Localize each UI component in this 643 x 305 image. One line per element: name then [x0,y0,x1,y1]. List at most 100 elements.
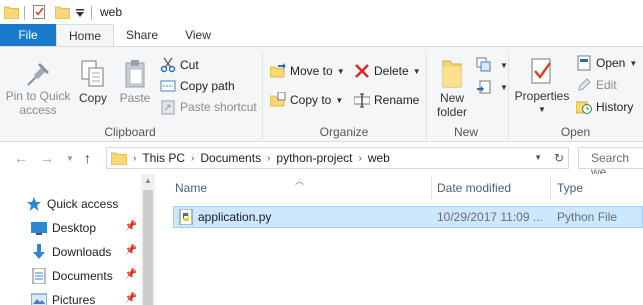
move-to-button[interactable]: Move to ▼ [270,61,345,81]
address-bar[interactable]: › This PC › Documents › python-project ›… [106,147,569,169]
paste-button[interactable]: Paste [116,59,154,105]
breadcrumb-chevron-icon[interactable]: › [191,153,194,164]
nav-item-quick-access[interactable]: Quick access [26,192,140,216]
up-arrow-icon[interactable]: ↑ [84,150,91,166]
breadcrumb-python-project[interactable]: python-project [276,151,352,165]
breadcrumb-this-pc[interactable]: This PC [142,151,185,165]
copy-to-button[interactable]: Copy to ▼ [270,90,343,110]
easy-access-button[interactable]: ▼ [476,77,508,97]
rename-icon [354,93,370,108]
pin-icon[interactable]: 📌 [125,221,137,232]
file-date: 10/29/2017 11:09 ... [437,210,543,224]
chevron-down-icon: ▼ [629,58,638,68]
breadcrumb-chevron-icon[interactable]: › [358,153,361,164]
column-separator[interactable] [431,176,432,200]
copy-icon [81,60,104,87]
new-folder-button[interactable]: New folder [432,57,472,119]
pin-icon[interactable]: 📌 [125,269,137,280]
chevron-down-icon: ▼ [538,105,546,114]
new-folder-icon [442,60,462,88]
properties-button[interactable]: Properties ▼ [513,57,571,117]
address-history-chevron-icon[interactable]: ▼ [534,153,542,162]
column-header-type[interactable]: Type [557,181,583,195]
chevron-down-icon: ▼ [412,66,421,76]
nav-pane-scrollbar[interactable]: ▲ [141,174,155,305]
cut-label: Cut [180,58,199,72]
title-separator [91,6,92,20]
nav-item-downloads[interactable]: Downloads 📌 [31,240,137,264]
edit-icon [578,78,591,91]
open-icon [577,55,591,71]
file-name[interactable]: application.py [198,210,271,224]
tab-home[interactable]: Home [56,24,114,48]
new-group-label: New [453,125,478,139]
chevron-down-icon: ▼ [500,60,508,70]
tab-view[interactable]: View [170,24,226,47]
scroll-up-icon[interactable]: ▲ [144,176,152,185]
rename-label: Rename [374,93,420,107]
search-input[interactable]: Search we [578,147,643,179]
history-button[interactable]: History [576,97,633,117]
cut-button[interactable]: Cut [160,55,199,75]
copy-button[interactable]: Copy [76,59,110,105]
column-header-date[interactable]: Date modified [437,181,511,195]
pin-label-line1: Pin to Quick [5,89,71,103]
paste-shortcut-button[interactable]: Paste shortcut [160,97,257,117]
paste-icon [125,60,145,88]
tab-file[interactable]: File [0,24,56,47]
breadcrumb-documents[interactable]: Documents [200,151,261,165]
customize-qat-icon[interactable] [76,9,84,17]
nav-label: Pictures [52,293,96,305]
new-item-icon [476,57,491,72]
pin-label-line2: access [19,103,57,117]
new-folder-label-line2: folder [436,105,468,119]
nav-item-desktop[interactable]: Desktop 📌 [31,216,137,240]
breadcrumb-web[interactable]: web [368,151,390,165]
delete-x-icon [355,64,369,78]
star-icon [27,197,41,211]
clipboard-group-label: Clipboard [104,125,156,139]
new-item-button[interactable]: ▼ [476,55,508,75]
delete-button[interactable]: Delete ▼ [354,61,421,81]
open-button[interactable]: Open ▼ [576,53,637,73]
column-header-name[interactable]: Name [175,181,207,195]
new-folder-label-line1: New [439,91,464,105]
rename-button[interactable]: Rename [354,90,419,110]
file-row[interactable]: application.py 10/29/2017 11:09 ... Pyth… [173,206,643,228]
nav-label: Documents [52,269,113,283]
folder-icon [4,6,19,19]
desktop-icon [31,222,47,235]
pin-icon[interactable]: 📌 [125,245,137,256]
new-folder-qat-icon[interactable] [55,5,70,19]
breadcrumb-chevron-icon[interactable]: › [267,153,270,164]
refresh-icon[interactable]: ↻ [554,151,564,165]
column-separator[interactable] [550,176,551,200]
properties-qat-icon[interactable] [32,5,47,19]
scrollbar-thumb[interactable] [143,190,153,305]
forward-arrow-icon[interactable]: → [40,150,54,166]
edit-label: Edit [596,78,617,92]
back-arrow-icon[interactable]: ← [14,150,28,166]
properties-icon [531,58,551,84]
paste-label: Paste [119,91,151,105]
address-row: ← → ▼ ↑ › This PC › Documents › python-p… [0,142,643,179]
folder-icon [111,152,127,165]
paste-shortcut-icon [161,100,175,115]
edit-button[interactable]: Edit [576,75,617,95]
copy-path-button[interactable]: Copy path [160,76,235,96]
breadcrumb-chevron-icon[interactable]: › [133,153,136,164]
nav-label: Quick access [47,197,119,211]
recent-locations-chevron-icon[interactable]: ▼ [66,154,74,163]
ribbon: Pin to Quick access Copy Paste Cut Copy … [0,46,643,142]
nav-label: Desktop [52,221,97,235]
nav-label: Downloads [52,245,112,259]
pin-to-quick-access-button[interactable]: Pin to Quick access [4,59,72,117]
pin-icon[interactable]: 📌 [125,293,137,304]
nav-item-pictures[interactable]: Pictures 📌 [31,288,137,305]
nav-item-documents[interactable]: Documents 📌 [31,264,137,288]
copy-label: Copy [78,91,107,105]
tab-share[interactable]: Share [114,24,170,47]
copy-path-icon [160,80,176,92]
title-bar: web [0,0,643,26]
easy-access-icon [477,80,491,94]
